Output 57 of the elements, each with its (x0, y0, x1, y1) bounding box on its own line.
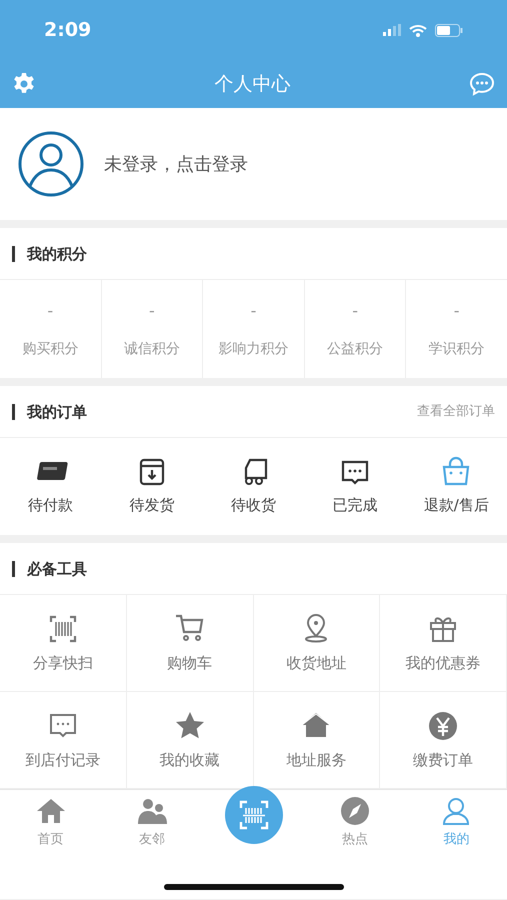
order-status-item[interactable]: 待发货 (101, 438, 203, 535)
status-time: 2:09 (44, 18, 92, 43)
avatar-icon (18, 131, 84, 197)
points-label: 购买积分 (22, 340, 78, 358)
tool-label: 收货地址 (286, 652, 346, 674)
points-item[interactable]: - 影响力积分 (203, 280, 305, 378)
points-item[interactable]: - 公益积分 (304, 280, 406, 378)
people-icon (137, 796, 168, 826)
compass-icon (340, 796, 370, 826)
points-item[interactable]: - 学识积分 (406, 280, 507, 378)
points-item[interactable]: - 购买积分 (0, 280, 102, 378)
order-status-label: 已完成 (332, 495, 378, 516)
tool-item[interactable]: 购物车 (126, 595, 254, 692)
points-value: - (47, 300, 54, 322)
tab-item[interactable]: 首页 (0, 790, 102, 860)
points-label: 学识积分 (428, 340, 485, 358)
order-status-label: 退款/售后 (424, 495, 489, 516)
order-status-item[interactable]: 退款/售后 (406, 438, 507, 535)
order-status-item[interactable]: 已完成 (304, 438, 406, 535)
tab-item[interactable]: 热点 (304, 790, 406, 860)
points-label: 诚信积分 (124, 340, 180, 358)
tool-label: 我的优惠券 (406, 652, 481, 674)
home-icon (36, 796, 66, 826)
signal-icon (383, 24, 401, 36)
points-label: 影响力积分 (218, 340, 288, 358)
tool-label: 购物车 (167, 652, 212, 674)
section-title: 我的积分 (12, 246, 87, 262)
points-label: 公益积分 (327, 340, 384, 358)
tool-label: 缴费订单 (413, 750, 474, 771)
section-title: 我的订单 (12, 404, 87, 420)
tool-label: 地址服务 (286, 750, 346, 771)
order-status-label: 待发货 (130, 495, 175, 516)
view-all-orders-link[interactable]: 查看全部订单 (417, 402, 495, 422)
page-title: 个人中心 (214, 72, 290, 97)
points-value: - (454, 300, 460, 322)
tool-item[interactable]: 分享快扫 (0, 595, 127, 692)
tool-label: 分享快扫 (32, 652, 93, 674)
points-value: - (250, 300, 256, 322)
wifi-icon (409, 24, 427, 36)
login-link[interactable]: 未登录，点击登录 (104, 150, 248, 178)
person-icon (441, 796, 472, 826)
points-item[interactable]: - 诚信积分 (102, 280, 204, 378)
tab-item[interactable]: 友邻 (101, 790, 203, 860)
points-value: - (352, 300, 358, 322)
order-status-label: 待收货 (231, 495, 276, 516)
order-status-label: 待付款 (28, 495, 74, 516)
tab-item[interactable]: 我的 (406, 790, 507, 860)
tool-label: 到店付记录 (25, 750, 100, 771)
order-status-item[interactable]: 待收货 (202, 438, 304, 535)
battery-icon (435, 24, 463, 36)
tool-label: 我的收藏 (160, 750, 220, 771)
tool-item[interactable]: 我的优惠券 (380, 595, 507, 692)
tool-item[interactable]: 收货地址 (254, 595, 380, 692)
section-title: 必备工具 (12, 560, 87, 576)
order-status-item[interactable]: 待付款 (0, 438, 102, 535)
points-value: - (149, 300, 155, 322)
message-button[interactable] (469, 72, 495, 96)
